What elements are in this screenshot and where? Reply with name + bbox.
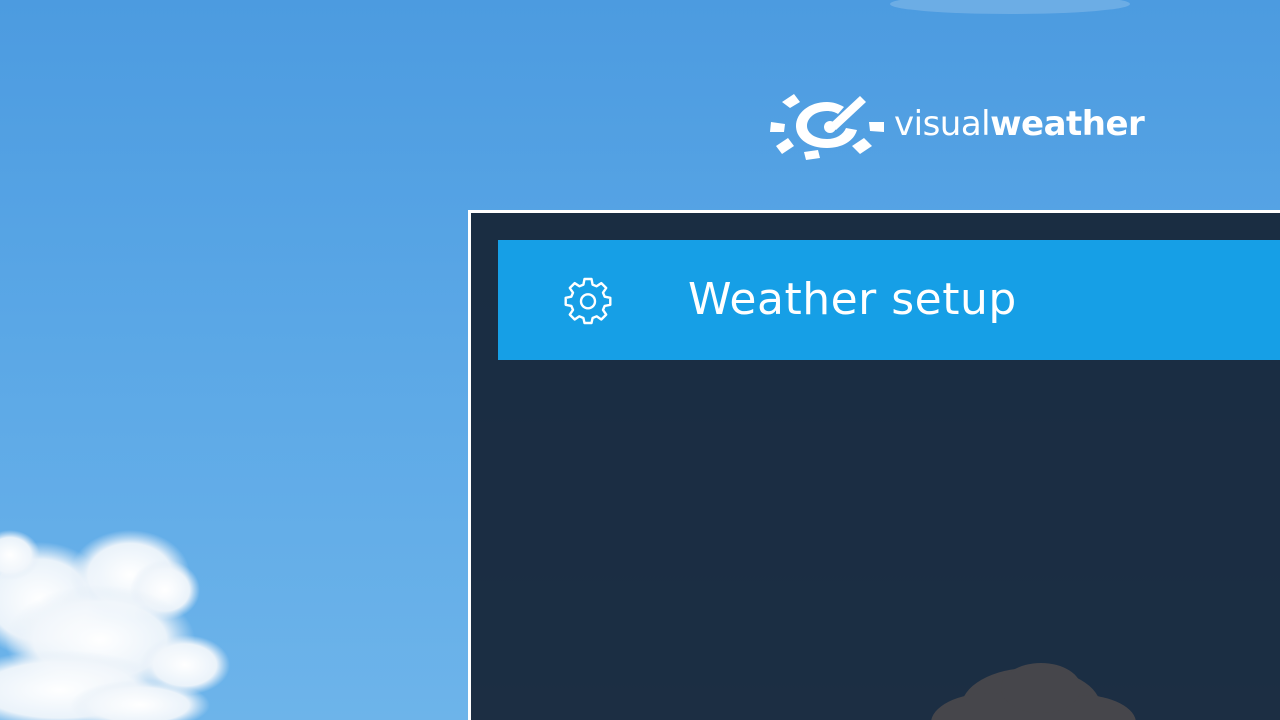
panel-cloud-graphic <box>931 663 1136 720</box>
gear-icon <box>564 277 612 325</box>
weather-setup-panel: Weather setup <box>468 210 1280 720</box>
brand-name-light: visual <box>894 104 991 144</box>
brand-name-bold: weather <box>990 104 1145 144</box>
visualweather-logo-icon <box>770 94 884 160</box>
brand-wordmark: visualweather <box>894 104 1145 144</box>
cloud-graphic <box>0 530 230 720</box>
dialog-title: Weather setup <box>688 274 1017 325</box>
dialog-header: Weather setup <box>498 240 1280 360</box>
brand-logo: visualweather <box>768 88 1145 160</box>
